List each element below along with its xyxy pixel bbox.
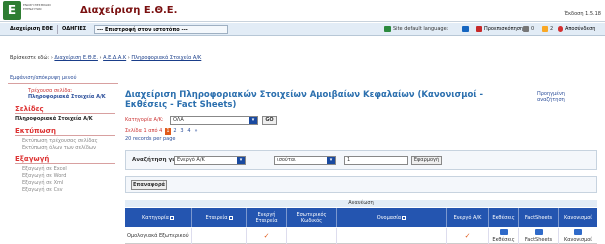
page-2-button[interactable]: 2 xyxy=(172,128,178,135)
records-per-page[interactable]: 20 records per page xyxy=(125,136,176,142)
pager-label: Σελίδα 1 από 4 xyxy=(125,128,163,134)
column-header-regulations: Κανονισμοί xyxy=(563,214,592,221)
factsheets-link[interactable]: FactSheets xyxy=(519,237,558,243)
alerts-icon[interactable] xyxy=(542,26,548,32)
export-word[interactable]: Εξαγωγή σε Word xyxy=(22,173,66,179)
app-title: Διαχείριση Ε.Θ.Ε. xyxy=(80,5,178,16)
search-field-select[interactable]: Ενεργό Α/Κ ▾ xyxy=(174,156,246,165)
search-operator-value: ισούται xyxy=(277,157,296,163)
cell-reports[interactable]: Εκθέσεις xyxy=(489,228,519,244)
regulations-icon[interactable] xyxy=(574,229,582,235)
cell-company xyxy=(192,228,247,244)
pager: Σελίδα 1 από 4 1 2 3 4» xyxy=(125,128,199,135)
alerts-count: 2 xyxy=(550,26,554,32)
table-refresh-title[interactable]: Ανανέωση xyxy=(125,200,597,207)
factsheets-icon[interactable] xyxy=(534,229,543,235)
column-header-internal-code[interactable]: Εσωτερικός Κωδικός xyxy=(287,208,337,227)
column-header-reports: Εκθέσεις xyxy=(489,208,519,227)
page-title: Διαχείριση Πληροφοριακών Στοιχείων Αμοιβ… xyxy=(125,90,484,110)
go-button[interactable]: GO xyxy=(262,116,277,125)
reset-button[interactable]: Επαναφορά xyxy=(131,180,167,190)
column-header-factsheets: FactSheets xyxy=(519,208,559,227)
page-4-button[interactable]: 4 xyxy=(186,128,192,135)
column-header-active-fund[interactable]: Ενεργό Α/Κ xyxy=(447,208,489,227)
language-icon xyxy=(384,26,391,32)
cell-active-fund-check: ✓ xyxy=(447,228,489,244)
menu-bar: Διαχείριση ΕΘΕ ΟΔΗΓΙΕΣ --- Επιστροφή στο… xyxy=(0,23,605,36)
messages-icon[interactable] xyxy=(523,26,529,32)
search-value-input[interactable]: 1 xyxy=(344,156,408,165)
search-panel: Αναζήτηση για: Ενεργό Α/Κ ▾ ισούται ▾ 1 … xyxy=(125,150,597,170)
cell-name xyxy=(337,228,447,244)
column-header-company[interactable]: Εταιρεία xyxy=(192,208,247,227)
reports-link[interactable]: Εκθέσεις xyxy=(489,237,518,243)
regulations-link[interactable]: Κανονισμοί xyxy=(559,237,597,243)
cell-internal-code xyxy=(287,228,337,244)
logout-link[interactable]: Αποσύνδεση xyxy=(565,23,595,36)
app-header: Ε ΕΝΩΣΗ ΘΕΣΜΙΚΩΝ ΕΠΕΝΔΥΤΩΝ Διαχείριση Ε.… xyxy=(0,0,605,22)
sort-icon xyxy=(169,215,174,220)
export-xml[interactable]: Εξαγωγή σε Xml xyxy=(22,180,63,186)
greek-flag-icon[interactable] xyxy=(462,26,469,32)
logout-icon xyxy=(558,26,563,32)
export-excel[interactable]: Εξαγωγή σε Excel xyxy=(22,166,67,172)
current-page-name: Πληροφοριακά Στοιχεία Α/Κ xyxy=(28,94,106,100)
column-header-active-company[interactable]: Ενεργή Εταιρεία xyxy=(247,208,287,227)
preview-link[interactable]: Προεπισκόπηση xyxy=(484,23,523,36)
breadcrumb-item-fund-info[interactable]: Πληροφοριακά Στοιχεία Α/Κ xyxy=(131,55,201,61)
breadcrumb-prefix: Βρίσκεστε εδώ: xyxy=(10,55,50,61)
chevron-down-icon: ▾ xyxy=(327,157,335,164)
preview-icon xyxy=(476,26,482,32)
cell-factsheets[interactable]: FactSheets xyxy=(519,228,559,244)
menu-divider xyxy=(57,25,58,34)
next-page-button[interactable]: » xyxy=(193,128,199,135)
page-3-button[interactable]: 3 xyxy=(179,128,185,135)
cell-category: Ομολογιακά Εξωτερικού xyxy=(125,228,192,244)
cell-active-company-check: ✓ xyxy=(247,228,287,244)
site-return-dropdown[interactable]: --- Επιστροφή στον ιστοτόπο --- xyxy=(94,25,228,34)
sidebar-item-fund-info[interactable]: Πληροφοριακά Στοιχεία Α/Κ xyxy=(15,116,93,122)
breadcrumb: Βρίσκεστε εδώ: › Διαχείριση Ε.Θ.Ε. › Α.Ε… xyxy=(10,55,202,61)
print-heading: Εκτύπωση xyxy=(15,127,57,135)
print-current-page[interactable]: Εκτύπωση τρέχουσας σελίδας xyxy=(22,138,98,144)
messages-count: 0 xyxy=(531,26,535,32)
language-label[interactable]: Site default language: xyxy=(393,23,448,36)
category-select[interactable]: ΟΛΑ ▾ xyxy=(170,116,258,125)
chevron-down-icon: ▾ xyxy=(237,157,245,164)
category-label: Κατηγορία Α/Κ: xyxy=(125,117,164,123)
print-all-pages[interactable]: Εκτύπωση όλων των σελίδων xyxy=(22,145,96,151)
column-header-name[interactable]: Ονομασία xyxy=(337,208,447,227)
toggle-menu-link[interactable]: Εμφάνιση/απόκρυψη μενού xyxy=(10,75,77,81)
sort-icon xyxy=(228,215,233,220)
cell-regulations[interactable]: Κανονισμοί xyxy=(559,228,597,244)
export-heading: Εξαγωγή xyxy=(15,155,50,163)
search-field-value: Ενεργό Α/Κ xyxy=(177,157,205,163)
menu-item-instructions[interactable]: ΟΔΗΓΙΕΣ xyxy=(62,23,86,36)
breadcrumb-item-ethe-admin[interactable]: Διαχείριση Ε.Θ.Ε. xyxy=(54,55,98,61)
category-select-value: ΟΛΑ xyxy=(173,117,184,123)
menu-item-ethe-admin[interactable]: Διαχείριση ΕΘΕ xyxy=(10,23,53,36)
version-label: Έκδοση 1.5.18 xyxy=(564,11,601,17)
column-header-category[interactable]: Κατηγορία xyxy=(125,208,192,227)
table-row: Ομολογιακά Εξωτερικού ✓ ✓ Εκθέσεις FactS… xyxy=(125,228,597,244)
sort-icon xyxy=(402,215,407,220)
logo-text: ΕΝΩΣΗ ΘΕΣΜΙΚΩΝ ΕΠΕΝΔΥΤΩΝ xyxy=(23,3,51,11)
pages-heading: Σελίδες xyxy=(15,105,44,113)
reset-panel: Επαναφορά xyxy=(125,176,597,193)
logo-icon: Ε xyxy=(3,1,21,20)
apply-button[interactable]: Εφαρμογή xyxy=(411,156,442,165)
table-header: Κατηγορία Εταιρεία Ενεργή Εταιρεία Εσωτε… xyxy=(125,208,597,227)
export-csv[interactable]: Εξαγωγή σε Csv xyxy=(22,187,63,193)
page-1-button[interactable]: 1 xyxy=(164,128,171,135)
breadcrumb-item-aedak[interactable]: Α.Ε.Δ.Α.Κ xyxy=(103,55,126,61)
advanced-search-link[interactable]: Προηγμένη αναζήτηση xyxy=(537,91,587,103)
reports-icon[interactable] xyxy=(499,229,508,235)
chevron-down-icon: ▾ xyxy=(249,117,257,124)
search-operator-select[interactable]: ισούται ▾ xyxy=(274,156,336,165)
